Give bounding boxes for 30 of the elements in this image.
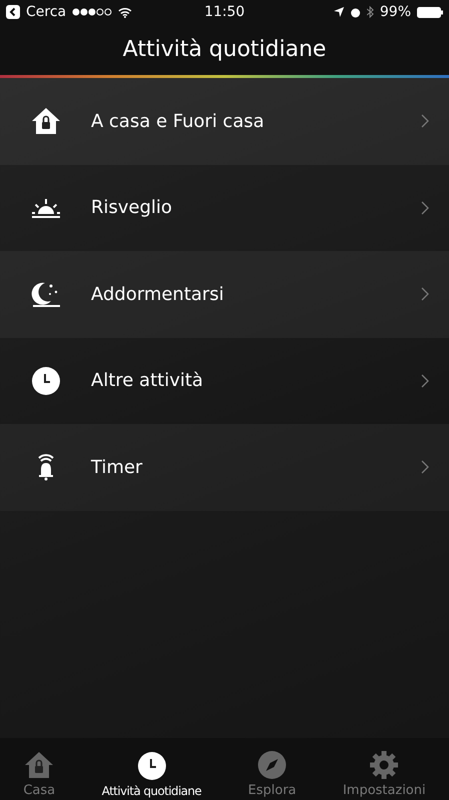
- list-item[interactable]: Altre attività: [0, 338, 449, 424]
- house-lock-icon: [31, 106, 61, 136]
- chevron-right-icon: [421, 287, 429, 302]
- list-item[interactable]: A casa e Fuori casa: [0, 78, 449, 164]
- list-item[interactable]: Addormentarsi: [0, 251, 449, 338]
- tab[interactable]: Impostazioni: [342, 750, 426, 798]
- gear-icon: [369, 750, 400, 780]
- list-item[interactable]: Risveglio: [0, 164, 449, 251]
- signal-icon: [72, 8, 112, 16]
- battery-icon: [417, 6, 444, 18]
- chevron-right-icon: [421, 200, 429, 215]
- alarm-icon: [350, 6, 361, 18]
- compass-icon: [257, 750, 288, 780]
- status-time: 11:50: [204, 4, 245, 20]
- tab[interactable]: Esplora: [248, 750, 296, 798]
- screen-title: Attività quotidiane: [122, 37, 326, 62]
- battery-percent: 99%: [380, 4, 412, 20]
- tab[interactable]: Attività quotidiane: [102, 751, 202, 798]
- tab[interactable]: Casa: [23, 750, 56, 798]
- location-arrow-icon: [334, 7, 344, 17]
- bluetooth-icon: [366, 6, 374, 18]
- clock-icon: [31, 366, 61, 396]
- list-item[interactable]: Timer: [0, 424, 449, 510]
- chevron-right-icon: [421, 374, 429, 388]
- clock-icon: [136, 751, 167, 781]
- wifi-icon: [118, 6, 132, 18]
- chevron-right-icon: [421, 114, 429, 128]
- house-lock-icon: [24, 750, 54, 780]
- back-label[interactable]: Cerca: [26, 4, 66, 20]
- chevron-right-icon: [421, 460, 429, 474]
